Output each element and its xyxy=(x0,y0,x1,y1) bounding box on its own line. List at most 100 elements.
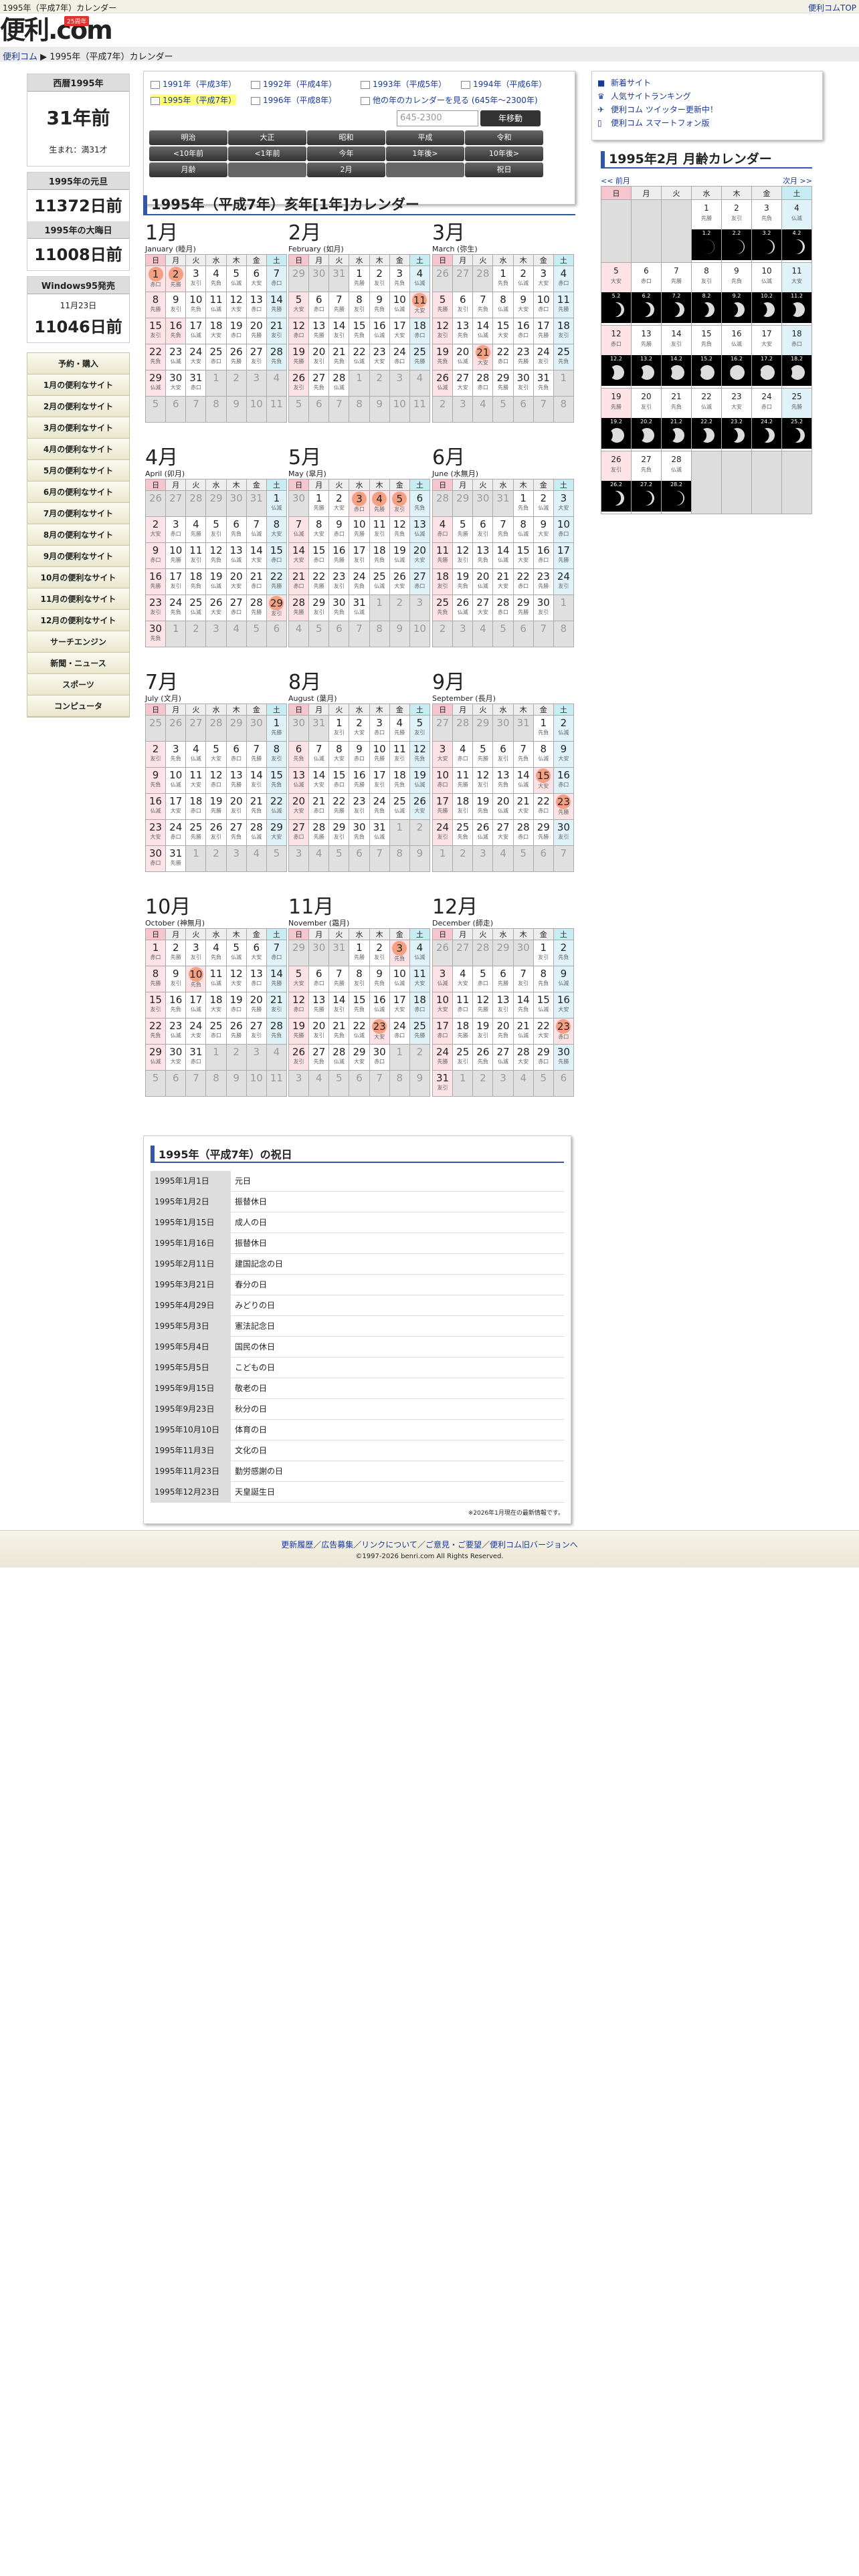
side-nav-item[interactable]: 1月の便利なサイト xyxy=(27,374,129,396)
day-cell[interactable]: 22 先勝 xyxy=(328,793,350,820)
day-cell[interactable]: 11 先勝 xyxy=(452,767,474,794)
day-cell[interactable]: 26 仏滅 xyxy=(432,370,454,397)
day-cell[interactable]: 18 先負 xyxy=(369,542,390,569)
day-cell[interactable]: 9 大安 xyxy=(553,741,575,768)
day-cell[interactable]: 26 友引 xyxy=(205,819,227,846)
day-cell[interactable]: 28 先勝 xyxy=(246,595,267,621)
day-cell[interactable]: 5 先勝 xyxy=(452,516,474,543)
day-cell[interactable]: 28 先負 xyxy=(266,344,288,370)
day-cell[interactable]: 23 赤口 xyxy=(553,1018,575,1045)
moon-age-button[interactable]: 月齢 xyxy=(149,163,227,177)
day-cell[interactable]: 16 先勝 xyxy=(349,767,370,794)
day-cell[interactable]: 17 先勝 xyxy=(553,542,575,569)
day-cell[interactable]: 4 大安 xyxy=(452,966,474,992)
day-cell[interactable]: 19 仏滅 xyxy=(409,767,431,794)
day-cell[interactable]: 10 仏滅 xyxy=(389,966,410,992)
side-nav-item[interactable]: スポーツ xyxy=(27,674,129,695)
day-cell[interactable]: 6 友引 xyxy=(472,516,494,543)
day-cell[interactable]: 14 仏滅 xyxy=(512,767,534,794)
day-cell[interactable]: 14 友引 xyxy=(328,318,350,344)
day-cell[interactable]: 25 仏滅 xyxy=(369,568,390,595)
moon-day-cell[interactable]: 17 大安 17.2 xyxy=(751,325,782,389)
side-nav-item[interactable]: コンピュータ xyxy=(27,695,129,717)
day-cell[interactable]: 26 友引 xyxy=(288,1044,310,1071)
day-cell[interactable]: 6 友引 xyxy=(452,292,474,318)
day-cell[interactable]: 11 大安 xyxy=(409,292,431,318)
day-cell[interactable]: 1 仏滅 xyxy=(266,490,288,517)
day-cell[interactable]: 29 仏滅 xyxy=(145,370,167,397)
day-cell[interactable]: 8 友引 xyxy=(266,741,288,768)
minus10-button[interactable]: <10年前 xyxy=(149,146,227,161)
minus1-button[interactable]: <1年前 xyxy=(228,146,306,161)
day-cell[interactable]: 10 仏滅 xyxy=(165,767,187,794)
day-cell[interactable]: 8 仏滅 xyxy=(512,516,534,543)
day-cell[interactable]: 16 赤口 xyxy=(533,542,554,569)
moon-day-cell[interactable]: 12 赤口 12.2 xyxy=(601,325,632,389)
holiday-button[interactable]: 祝日 xyxy=(465,163,543,177)
day-cell[interactable]: 4 赤口 xyxy=(452,741,474,768)
day-cell[interactable]: 8 友引 xyxy=(349,966,370,992)
day-cell[interactable]: 15 赤口 xyxy=(308,542,330,569)
side-nav-item[interactable]: 4月の便利なサイト xyxy=(27,439,129,460)
day-cell[interactable]: 1 先勝 xyxy=(349,940,370,966)
day-cell[interactable]: 14 先勝 xyxy=(266,292,288,318)
moon-day-cell[interactable]: 4 仏滅 4.2 xyxy=(781,199,812,263)
moon-day-cell[interactable]: 2 友引 2.2 xyxy=(721,199,752,263)
day-cell[interactable]: 3 先負 xyxy=(389,265,410,292)
day-cell[interactable]: 28 先勝 xyxy=(288,595,310,621)
day-cell[interactable]: 3 大安 xyxy=(432,741,454,768)
moon-day-cell[interactable]: 23 大安 23.2 xyxy=(721,388,752,451)
day-cell[interactable]: 22 先勝 xyxy=(308,568,330,595)
day-cell[interactable]: 20 仏滅 xyxy=(472,568,494,595)
day-cell[interactable]: 14 仏滅 xyxy=(472,318,494,344)
day-cell[interactable]: 30 先負 xyxy=(328,595,350,621)
side-nav-item[interactable]: 予約・購入 xyxy=(27,353,129,374)
day-cell[interactable]: 22 先負 xyxy=(145,1018,167,1045)
moon-day-cell[interactable]: 5 大安 5.2 xyxy=(601,262,632,326)
day-cell[interactable]: 25 仏滅 xyxy=(389,793,410,820)
day-cell[interactable]: 9 友引 xyxy=(165,966,187,992)
day-cell[interactable]: 7 赤口 xyxy=(266,265,288,292)
day-cell[interactable]: 13 仏滅 xyxy=(225,542,247,569)
day-cell[interactable]: 3 先負 xyxy=(389,940,410,966)
year-link-1991[interactable]: 1991年（平成3年） xyxy=(151,78,236,90)
day-cell[interactable]: 10 先負 xyxy=(185,292,207,318)
day-cell[interactable]: 1 先勝 xyxy=(308,490,330,517)
day-cell[interactable]: 2 仏滅 xyxy=(533,490,554,517)
day-cell[interactable]: 17 友引 xyxy=(369,767,390,794)
era-heisei-button[interactable]: 平成 xyxy=(386,130,464,145)
footer-link[interactable]: ご意見・ご要望 xyxy=(425,1540,482,1549)
day-cell[interactable]: 29 先勝 xyxy=(512,595,534,621)
moon-day-cell[interactable]: 13 先勝 13.2 xyxy=(631,325,662,389)
day-cell[interactable]: 25 先勝 xyxy=(185,819,207,846)
day-cell[interactable]: 15 先負 xyxy=(349,992,370,1018)
day-cell[interactable]: 21 友引 xyxy=(266,318,288,344)
month-button[interactable]: 2月 xyxy=(307,163,385,177)
day-cell[interactable]: 27 赤口 xyxy=(225,595,247,621)
day-cell[interactable]: 12 大安 xyxy=(225,292,247,318)
day-cell[interactable]: 24 友引 xyxy=(533,344,554,370)
day-cell[interactable]: 29 赤口 xyxy=(533,1044,554,1071)
moon-day-cell[interactable]: 18 赤口 18.2 xyxy=(781,325,812,389)
day-cell[interactable]: 20 大安 xyxy=(288,793,310,820)
day-cell[interactable]: 6 赤口 xyxy=(308,292,330,318)
day-cell[interactable]: 1 先勝 xyxy=(266,715,288,742)
day-cell[interactable]: 3 赤口 xyxy=(369,715,390,742)
day-cell[interactable]: 28 先勝 xyxy=(308,819,330,846)
day-cell[interactable]: 30 先負 xyxy=(349,819,370,846)
day-cell[interactable]: 20 友引 xyxy=(308,1018,330,1045)
day-cell[interactable]: 23 仏滅 xyxy=(165,344,187,370)
plus1-button[interactable]: 1年後> xyxy=(386,146,464,161)
day-cell[interactable]: 20 友引 xyxy=(225,793,247,820)
day-cell[interactable]: 23 友引 xyxy=(145,595,167,621)
day-cell[interactable]: 9 大安 xyxy=(533,516,554,543)
day-cell[interactable]: 21 先負 xyxy=(328,344,350,370)
day-cell[interactable]: 13 先負 xyxy=(472,542,494,569)
era-taisho-button[interactable]: 大正 xyxy=(228,130,306,145)
day-cell[interactable]: 21 赤口 xyxy=(246,568,267,595)
day-cell[interactable]: 6 友引 xyxy=(492,741,514,768)
day-cell[interactable]: 20 先勝 xyxy=(246,992,267,1018)
day-cell[interactable]: 20 先負 xyxy=(492,1018,514,1045)
right-link[interactable]: ✈ 便利コム ツイッター更新中！ xyxy=(597,104,817,117)
day-cell[interactable]: 10 仏滅 xyxy=(389,292,410,318)
